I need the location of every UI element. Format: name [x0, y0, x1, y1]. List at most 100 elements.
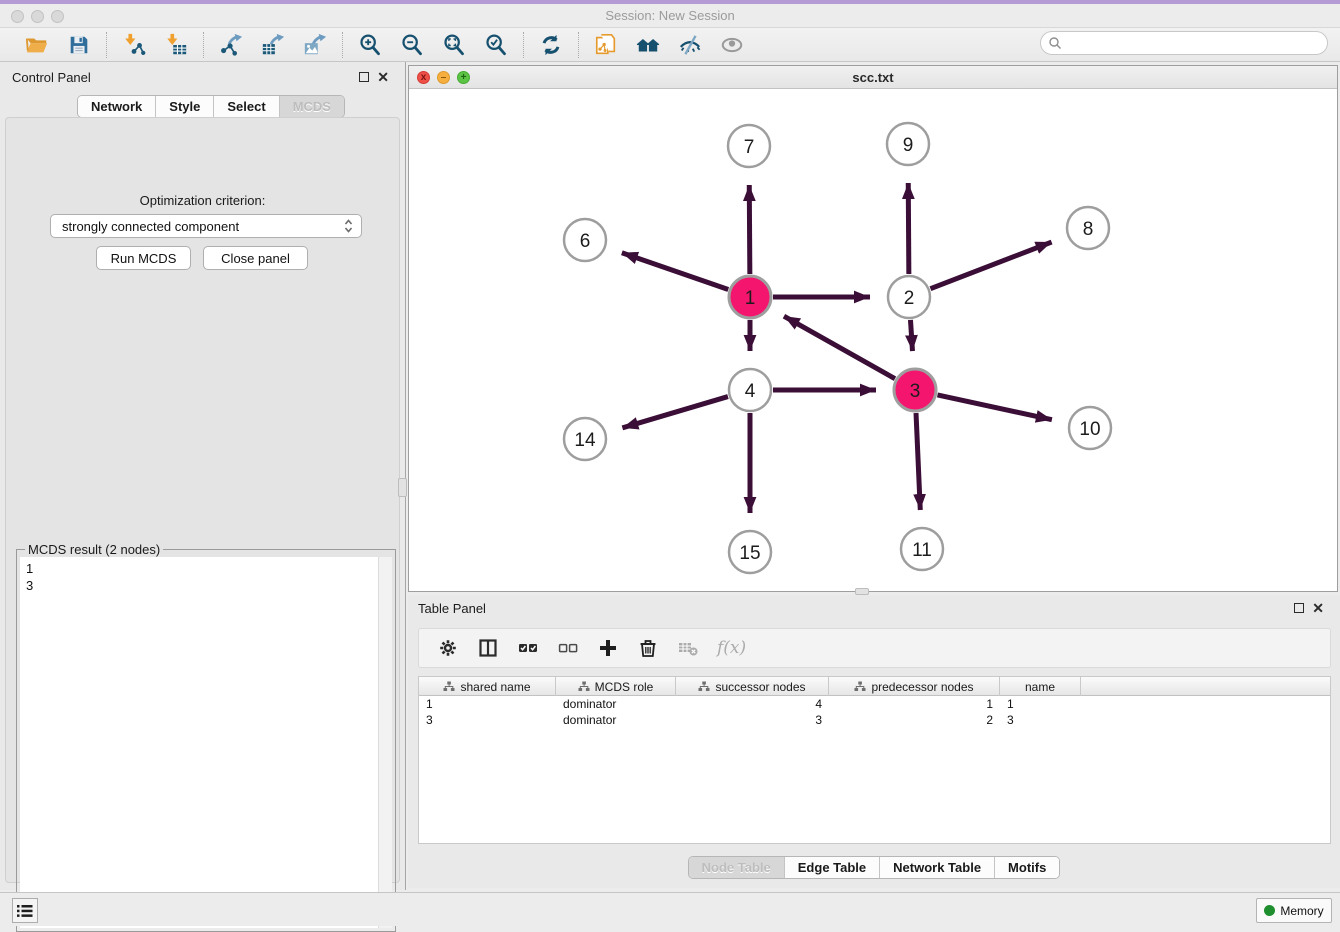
- graph-node-label: 11: [912, 540, 932, 561]
- table-row[interactable]: 3dominator323: [419, 712, 1330, 728]
- graph-node-10[interactable]: 10: [1069, 407, 1111, 449]
- tab-select[interactable]: Select: [213, 96, 278, 117]
- column-header-successor-nodes[interactable]: successor nodes: [676, 677, 829, 696]
- table-cell[interactable]: 3: [676, 712, 829, 728]
- graph-edge-2-9[interactable]: [908, 183, 909, 274]
- network-canvas[interactable]: 7 9 6 8 1 2 4 3 14 10 15 11: [409, 89, 1337, 591]
- horizontal-splitter-handle[interactable]: [855, 588, 869, 595]
- graph-node-11[interactable]: 11: [901, 528, 943, 570]
- graph-edge-2-3[interactable]: [910, 320, 912, 351]
- graph-node-label: 14: [574, 430, 596, 451]
- table-cell[interactable]: 1: [1000, 696, 1081, 712]
- dropdown-stepper-icon: [344, 218, 353, 234]
- graph-node-1[interactable]: 1: [729, 276, 771, 318]
- network-window-titlebar[interactable]: x – + scc.txt: [409, 66, 1337, 89]
- graph-node-4[interactable]: 4: [729, 369, 771, 411]
- graph-edge-3-10[interactable]: [937, 395, 1051, 420]
- show-all-icon[interactable]: [719, 32, 745, 58]
- table-row[interactable]: 1dominator411: [419, 696, 1330, 712]
- show-column-icon[interactable]: [477, 637, 499, 659]
- search-box[interactable]: [1040, 31, 1328, 55]
- tab-node-table[interactable]: Node Table: [689, 857, 784, 878]
- save-session-icon[interactable]: [66, 32, 92, 58]
- graph-node-9[interactable]: 9: [887, 123, 929, 165]
- zoom-out-icon[interactable]: [399, 32, 425, 58]
- export-network-icon[interactable]: [218, 32, 244, 58]
- graph-edge-2-8[interactable]: [930, 242, 1051, 289]
- search-input[interactable]: [1062, 34, 1327, 52]
- mcds-result-list[interactable]: 13: [20, 557, 378, 928]
- run-mcds-button[interactable]: Run MCDS: [96, 246, 191, 270]
- table-cell[interactable]: 2: [829, 712, 1000, 728]
- home-icon[interactable]: [635, 32, 661, 58]
- graph-node-2[interactable]: 2: [888, 276, 930, 318]
- table-cell[interactable]: 1: [829, 696, 1000, 712]
- delete-row-icon[interactable]: [637, 637, 659, 659]
- select-all-icon[interactable]: [517, 637, 539, 659]
- open-session-icon[interactable]: [24, 32, 50, 58]
- export-image-icon[interactable]: [302, 32, 328, 58]
- graph-node-label: 8: [1083, 219, 1094, 240]
- close-table-panel-icon[interactable]: ✕: [1312, 603, 1324, 613]
- graph-node-3[interactable]: 3: [894, 369, 936, 411]
- import-table-icon[interactable]: [163, 32, 189, 58]
- window-list-button[interactable]: [12, 898, 38, 923]
- duplicate-network-icon[interactable]: [593, 32, 619, 58]
- tab-network[interactable]: Network: [78, 96, 155, 117]
- deselect-all-icon[interactable]: [557, 637, 579, 659]
- table-panel-tabs: Node Table Edge Table Network Table Moti…: [688, 856, 1061, 879]
- hide-selected-icon[interactable]: [677, 32, 703, 58]
- mcds-tab-pane: Optimization criterion: strongly connect…: [5, 117, 400, 883]
- column-header-shared-name[interactable]: shared name: [419, 677, 556, 696]
- graph-node-15[interactable]: 15: [729, 531, 771, 573]
- mcds-result-scrollbar[interactable]: [378, 557, 392, 928]
- tab-network-table[interactable]: Network Table: [879, 857, 994, 878]
- graph-node-6[interactable]: 6: [564, 219, 606, 261]
- graph-node-7[interactable]: 7: [728, 125, 770, 167]
- graph-node-label: 7: [744, 137, 755, 158]
- table-cell[interactable]: 3: [419, 712, 556, 728]
- table-cell[interactable]: 4: [676, 696, 829, 712]
- zoom-in-icon[interactable]: [357, 32, 383, 58]
- memory-button[interactable]: Memory: [1256, 898, 1332, 923]
- graph-node-label: 3: [910, 381, 921, 402]
- column-header-predecessor-nodes[interactable]: predecessor nodes: [829, 677, 1000, 696]
- refresh-icon[interactable]: [538, 32, 564, 58]
- zoom-fit-icon[interactable]: [441, 32, 467, 58]
- table-cell[interactable]: 3: [1000, 712, 1081, 728]
- graph-edge-4-14[interactable]: [622, 397, 728, 428]
- tab-style[interactable]: Style: [155, 96, 213, 117]
- memory-status-dot: [1264, 905, 1275, 916]
- column-tree-icon: [854, 681, 866, 692]
- mcds-result-item[interactable]: 1: [26, 560, 372, 577]
- criterion-dropdown[interactable]: strongly connected component: [50, 214, 362, 238]
- table-cell[interactable]: dominator: [556, 712, 676, 728]
- table-cell[interactable]: 1: [419, 696, 556, 712]
- column-header-name[interactable]: name: [1000, 677, 1081, 696]
- mcds-result-item[interactable]: 3: [26, 577, 372, 594]
- graph-node-8[interactable]: 8: [1067, 207, 1109, 249]
- tab-motifs[interactable]: Motifs: [994, 857, 1059, 878]
- graph-edge-1-7[interactable]: [749, 185, 750, 274]
- add-row-icon[interactable]: [597, 637, 619, 659]
- close-panel-icon[interactable]: ✕: [377, 72, 389, 82]
- import-network-icon[interactable]: [121, 32, 147, 58]
- column-header-MCDS-role[interactable]: MCDS role: [556, 677, 676, 696]
- zoom-selected-icon[interactable]: [483, 32, 509, 58]
- graph-edge-3-1[interactable]: [784, 316, 895, 379]
- tab-mcds[interactable]: MCDS: [279, 96, 344, 117]
- export-table-icon[interactable]: [260, 32, 286, 58]
- graph-edge-1-6[interactable]: [622, 253, 728, 290]
- float-table-panel-icon[interactable]: [1294, 603, 1304, 613]
- delete-table-icon: [677, 637, 699, 659]
- search-icon: [1048, 36, 1062, 50]
- vertical-splitter-handle[interactable]: [398, 478, 407, 497]
- close-panel-button[interactable]: Close panel: [203, 246, 308, 270]
- float-panel-icon[interactable]: [359, 72, 369, 82]
- graph-node-14[interactable]: 14: [564, 418, 606, 460]
- table-cell[interactable]: dominator: [556, 696, 676, 712]
- graph-edge-3-11[interactable]: [916, 413, 920, 510]
- table-options-icon[interactable]: [437, 637, 459, 659]
- graph-node-label: 15: [739, 543, 760, 564]
- tab-edge-table[interactable]: Edge Table: [784, 857, 879, 878]
